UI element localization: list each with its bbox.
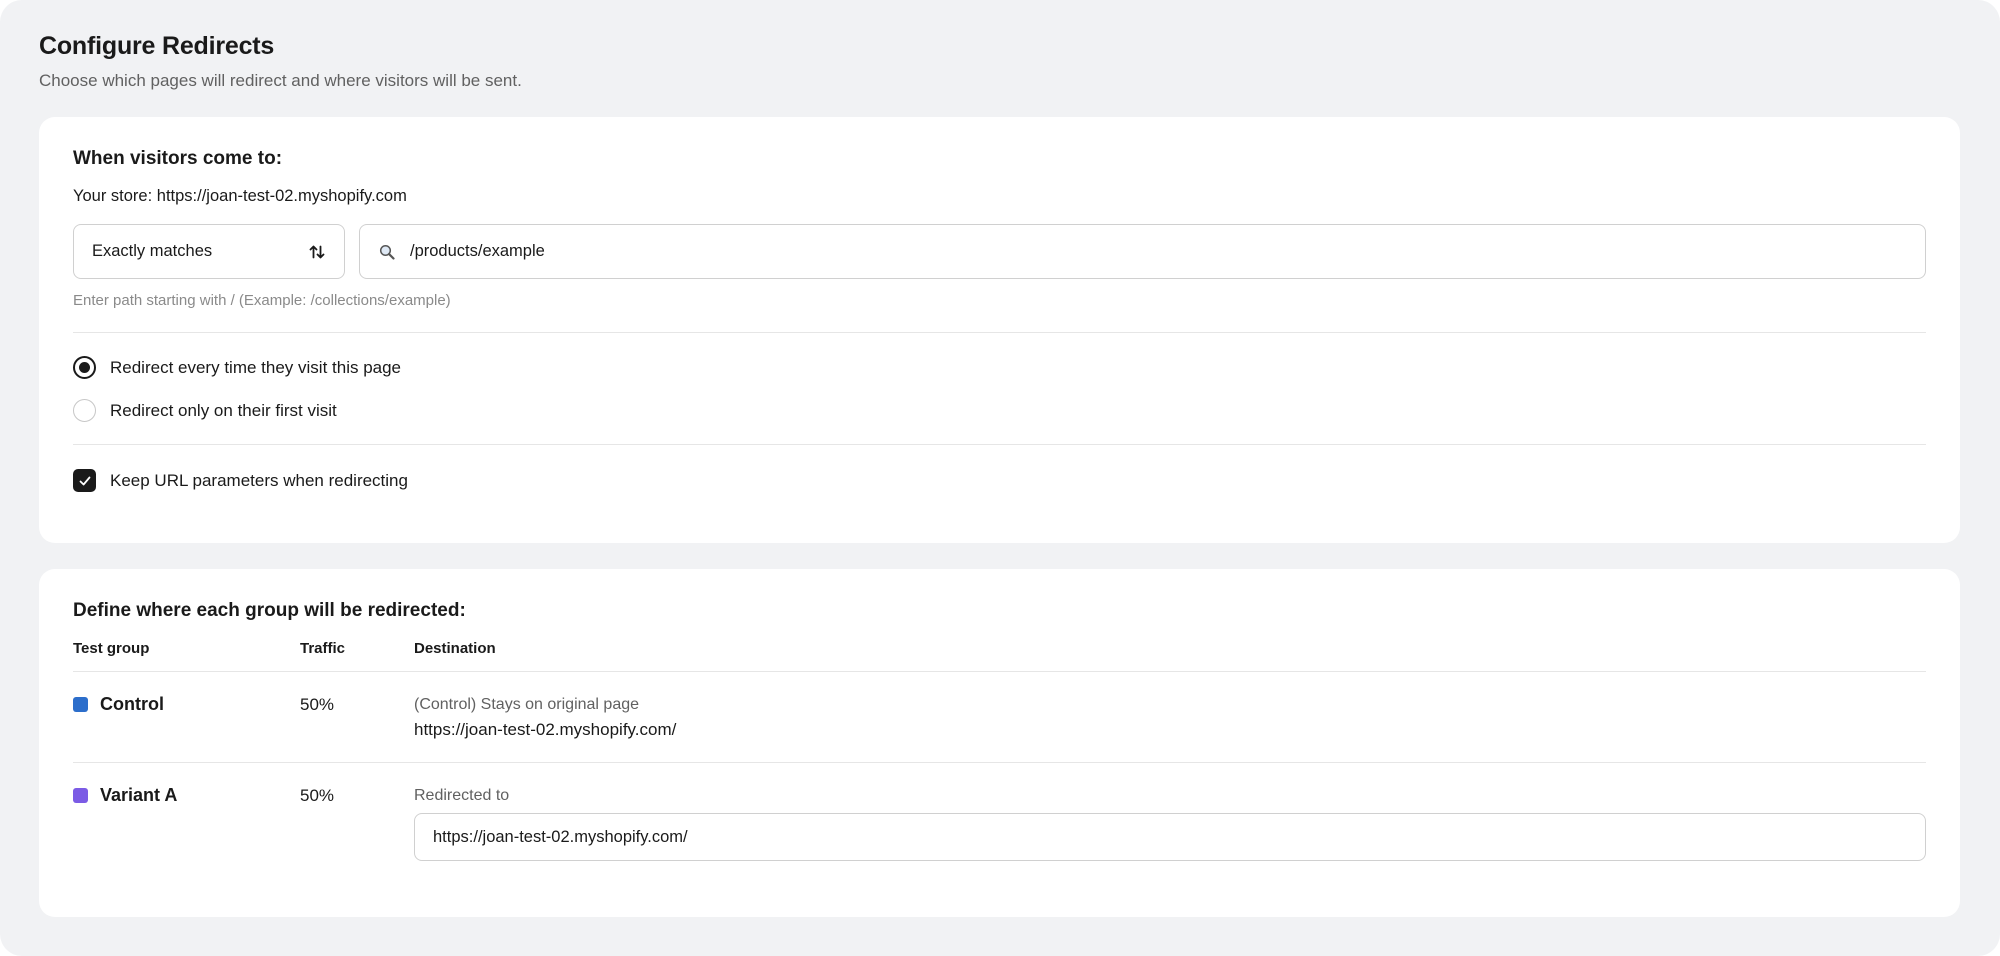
radio-button-unchecked[interactable]: [73, 399, 96, 422]
group-name: Control: [100, 694, 164, 714]
destinations-heading: Define where each group will be redirect…: [73, 600, 466, 621]
source-heading: When visitors come to:: [73, 148, 283, 169]
divider: [73, 332, 1926, 333]
radio-label: Redirect every time they visit this page: [110, 357, 402, 377]
match-type-select[interactable]: Exactly matches: [73, 224, 345, 279]
destination-url: https://joan-test-02.myshopify.com/: [414, 720, 677, 739]
group-row-control: Control 50% (Control) Stays on original …: [73, 671, 1926, 762]
keep-url-params-checkbox-row[interactable]: Keep URL parameters when redirecting: [73, 469, 408, 492]
column-header-test-group: Test group: [73, 640, 150, 657]
destination-url-input[interactable]: [433, 827, 1907, 847]
group-row-variant-a: Variant A 50% Redirected to: [73, 762, 1926, 902]
radio-redirect-every-time[interactable]: Redirect every time they visit this page: [73, 356, 401, 379]
destinations-card: Define where each group will be redirect…: [39, 569, 1960, 917]
control-color-swatch: [73, 697, 88, 712]
checkbox-checked[interactable]: [73, 469, 96, 492]
path-input-field[interactable]: [359, 224, 1926, 279]
checkbox-label: Keep URL parameters when redirecting: [110, 470, 408, 490]
sort-arrows-icon: [309, 245, 325, 258]
app-frame: Configure Redirects Choose which pages w…: [0, 0, 2000, 956]
divider: [73, 444, 1926, 445]
radio-label: Redirect only on their first visit: [110, 400, 337, 420]
checkmark-icon: [79, 476, 90, 485]
page-subtitle: Choose which pages will redirect and whe…: [39, 71, 522, 90]
destination-caption: Redirected to: [414, 787, 510, 804]
path-input[interactable]: [410, 242, 1907, 261]
match-type-value: Exactly matches: [92, 242, 213, 260]
group-name: Variant A: [100, 785, 178, 805]
variant-a-color-swatch: [73, 788, 88, 803]
page-title: Configure Redirects: [39, 32, 275, 60]
path-help-text: Enter path starting with / (Example: /co…: [73, 292, 451, 309]
destination-url-field[interactable]: [414, 813, 1926, 861]
traffic-value: 50%: [300, 786, 335, 805]
search-icon: [379, 244, 395, 260]
radio-button-checked[interactable]: [73, 356, 96, 379]
column-header-destination: Destination: [414, 640, 496, 657]
column-header-traffic: Traffic: [300, 640, 346, 657]
source-card: When visitors come to: Your store: https…: [39, 117, 1960, 543]
radio-redirect-first-visit[interactable]: Redirect only on their first visit: [73, 399, 337, 422]
store-url-label: Your store: https://joan-test-02.myshopi…: [73, 187, 407, 205]
traffic-value: 50%: [300, 695, 335, 714]
destination-caption: (Control) Stays on original page: [414, 696, 640, 713]
